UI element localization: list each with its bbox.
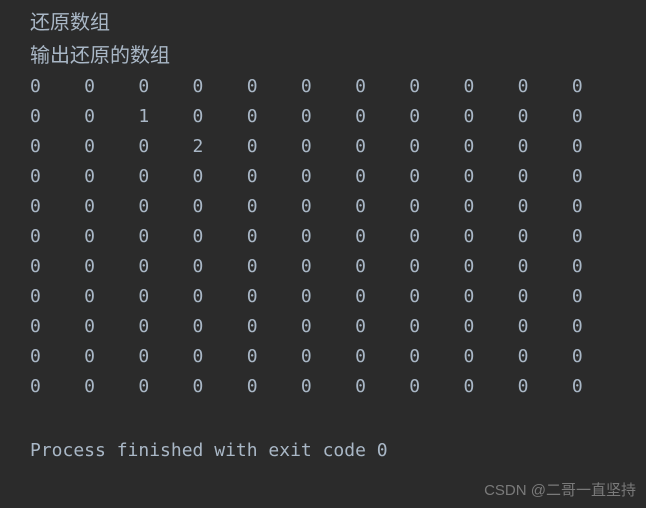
watermark-text: CSDN @二哥一直坚持 (484, 479, 636, 500)
table-row: 0 0 0 0 0 0 0 0 0 0 0 (30, 342, 646, 372)
header-line-2: 输出还原的数组 (30, 39, 646, 72)
table-row: 0 0 0 0 0 0 0 0 0 0 0 (30, 72, 646, 102)
table-row: 0 0 0 0 0 0 0 0 0 0 0 (30, 282, 646, 312)
array-grid: 0 0 0 0 0 0 0 0 0 0 00 0 1 0 0 0 0 0 0 0… (30, 72, 646, 402)
table-row: 0 0 0 0 0 0 0 0 0 0 0 (30, 372, 646, 402)
table-row: 0 0 0 0 0 0 0 0 0 0 0 (30, 222, 646, 252)
table-row: 0 0 1 0 0 0 0 0 0 0 0 (30, 102, 646, 132)
table-row: 0 0 0 0 0 0 0 0 0 0 0 (30, 252, 646, 282)
console-output: 还原数组 输出还原的数组 0 0 0 0 0 0 0 0 0 0 00 0 1 … (0, 6, 646, 402)
table-row: 0 0 0 2 0 0 0 0 0 0 0 (30, 132, 646, 162)
table-row: 0 0 0 0 0 0 0 0 0 0 0 (30, 192, 646, 222)
header-line-1: 还原数组 (30, 6, 646, 39)
table-row: 0 0 0 0 0 0 0 0 0 0 0 (30, 312, 646, 342)
process-status-line: Process finished with exit code 0 (0, 436, 646, 466)
table-row: 0 0 0 0 0 0 0 0 0 0 0 (30, 162, 646, 192)
